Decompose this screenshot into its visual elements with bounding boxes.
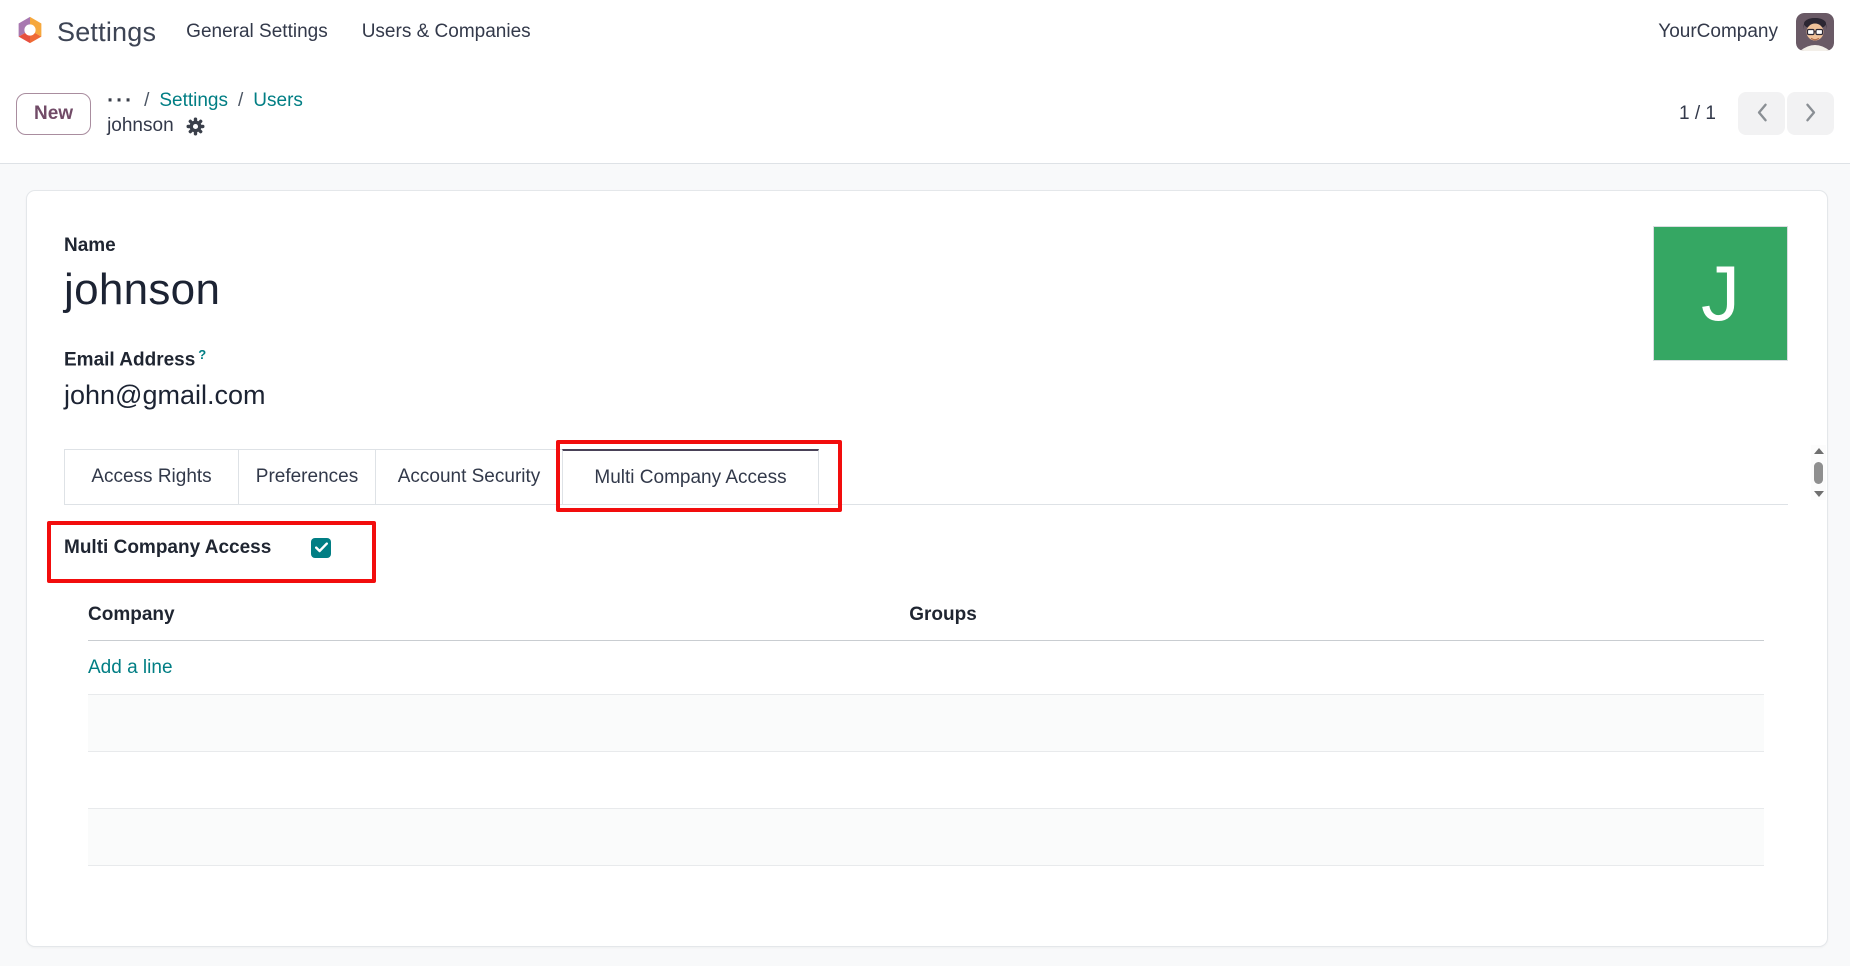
control-panel: New ··· / Settings / Users johnson	[0, 64, 1850, 164]
name-field-label: Name	[64, 235, 266, 257]
pager-previous-button[interactable]	[1738, 92, 1785, 135]
user-menu-avatar[interactable]	[1796, 13, 1834, 51]
tab-account-security[interactable]: Account Security	[375, 449, 562, 504]
table-header-row: Company Groups	[88, 604, 1764, 641]
notebook-tabs: Access Rights Preferences Account Securi…	[64, 449, 1788, 505]
breadcrumb-ellipsis[interactable]: ···	[107, 94, 134, 108]
odoo-logo-icon	[16, 16, 44, 49]
email-field-label: Email Address	[64, 349, 195, 370]
company-groups-table: Company Groups Add a line	[88, 604, 1764, 866]
content-area: Name johnson Email Address? john@gmail.c…	[0, 164, 1850, 947]
column-header-company: Company	[88, 604, 909, 626]
scrollbar-down-arrow-icon[interactable]	[1814, 491, 1824, 497]
breadcrumb-link-users[interactable]: Users	[253, 90, 303, 112]
tab-access-rights[interactable]: Access Rights	[64, 449, 238, 504]
tab-multi-company-access[interactable]: Multi Company Access	[562, 449, 819, 504]
profile-avatar[interactable]: J	[1653, 226, 1788, 361]
checkmark-icon	[315, 542, 328, 553]
user-form-sheet: Name johnson Email Address? john@gmail.c…	[26, 190, 1828, 947]
gear-icon[interactable]	[186, 117, 205, 136]
help-question-icon: ?	[198, 347, 206, 362]
breadcrumb: ··· / Settings / Users johnson	[107, 90, 303, 137]
chevron-left-icon	[1756, 103, 1768, 125]
app-title: Settings	[57, 17, 156, 48]
breadcrumb-separator: /	[238, 90, 243, 112]
menu-item-general-settings[interactable]: General Settings	[186, 21, 328, 43]
breadcrumb-link-settings[interactable]: Settings	[159, 90, 228, 112]
table-row: Add a line	[88, 641, 1764, 695]
multi-company-access-checkbox[interactable]	[311, 538, 331, 558]
chevron-right-icon	[1805, 103, 1817, 125]
scrollbar-thumb[interactable]	[1814, 462, 1823, 484]
company-switcher[interactable]: YourCompany	[1658, 21, 1778, 43]
pager-counter: 1 / 1	[1679, 103, 1716, 125]
top-navbar: Settings General Settings Users & Compan…	[0, 0, 1850, 64]
scrollbar-up-arrow-icon[interactable]	[1814, 448, 1824, 454]
tab-preferences[interactable]: Preferences	[238, 449, 375, 504]
app-brand[interactable]: Settings	[16, 16, 156, 49]
pager-next-button[interactable]	[1787, 92, 1834, 135]
breadcrumb-current-record: johnson	[107, 115, 174, 137]
main-menu: General Settings Users & Companies	[186, 21, 530, 43]
column-header-groups: Groups	[909, 604, 1764, 626]
menu-item-users-companies[interactable]: Users & Companies	[362, 21, 531, 43]
table-empty-row	[88, 695, 1764, 752]
multi-company-access-label: Multi Company Access	[64, 537, 271, 559]
name-field-value[interactable]: johnson	[64, 265, 266, 315]
multi-company-access-field: Multi Company Access	[64, 535, 331, 560]
email-field-value[interactable]: john@gmail.com	[64, 380, 266, 411]
breadcrumb-separator: /	[144, 90, 149, 112]
vertical-scrollbar[interactable]	[1811, 445, 1826, 500]
table-empty-row	[88, 809, 1764, 866]
new-button[interactable]: New	[16, 93, 91, 135]
add-a-line-link[interactable]: Add a line	[88, 657, 173, 679]
table-empty-row	[88, 752, 1764, 809]
